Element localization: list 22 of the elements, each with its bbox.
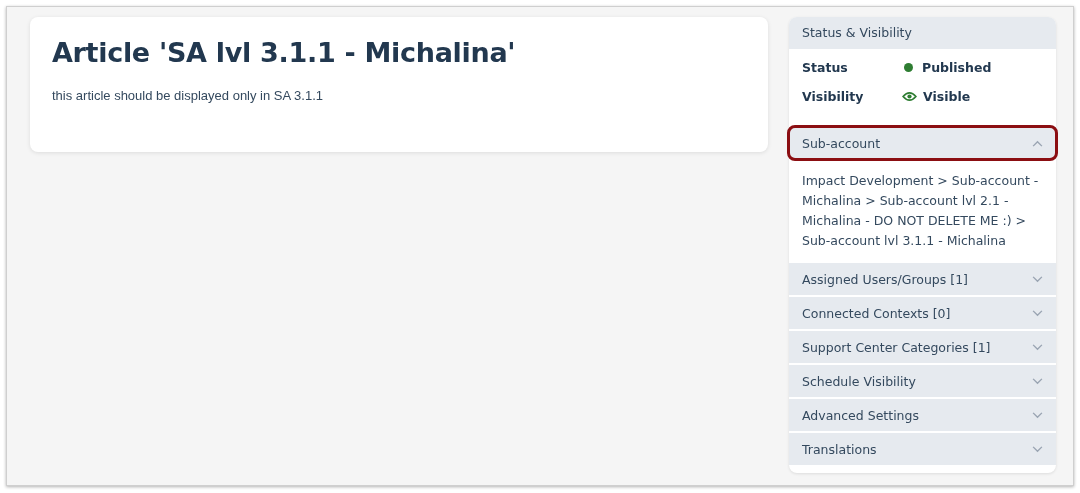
accordion-header[interactable]: Connected Contexts [0] <box>789 297 1056 329</box>
field-label: Status <box>802 60 849 75</box>
accordion-header[interactable]: Advanced Settings <box>789 399 1056 431</box>
field-value: Published <box>922 60 992 75</box>
chevron-down-icon <box>1032 275 1043 283</box>
field-value: Visible <box>923 89 971 104</box>
accordion-header[interactable]: Sub-account <box>789 127 1056 159</box>
accordion-header[interactable]: Assigned Users/Groups [1] <box>789 263 1056 295</box>
article-body: this article should be displayed only in SA 3.1.1 <box>52 88 324 103</box>
breadcrumb-path: Impact Development > Sub-account - Michalina > Sub-account lvl 2.1 - Michalina - DO NOT DELETE ME :) > Sub-account lvl 3.1.1 - Michalina <box>801 172 1040 250</box>
accordion-header[interactable]: Schedule Visibility <box>789 365 1056 397</box>
chevron-down-icon <box>1032 411 1043 419</box>
panel-header: Status & Visibility <box>789 17 1056 49</box>
accordion-header[interactable]: Translations <box>789 433 1056 465</box>
field-label: Visibility <box>802 89 865 104</box>
chevron-down-icon <box>1032 343 1043 351</box>
accordion-header[interactable]: Support Center Categories [1] <box>789 331 1056 363</box>
chevron-up-icon <box>1032 139 1043 147</box>
article-title: Article 'SA lvl 3.1.1 - Michalina' <box>52 37 517 68</box>
chevron-down-icon <box>1032 445 1043 453</box>
chevron-down-icon <box>1032 309 1043 317</box>
chevron-down-icon <box>1032 377 1043 385</box>
